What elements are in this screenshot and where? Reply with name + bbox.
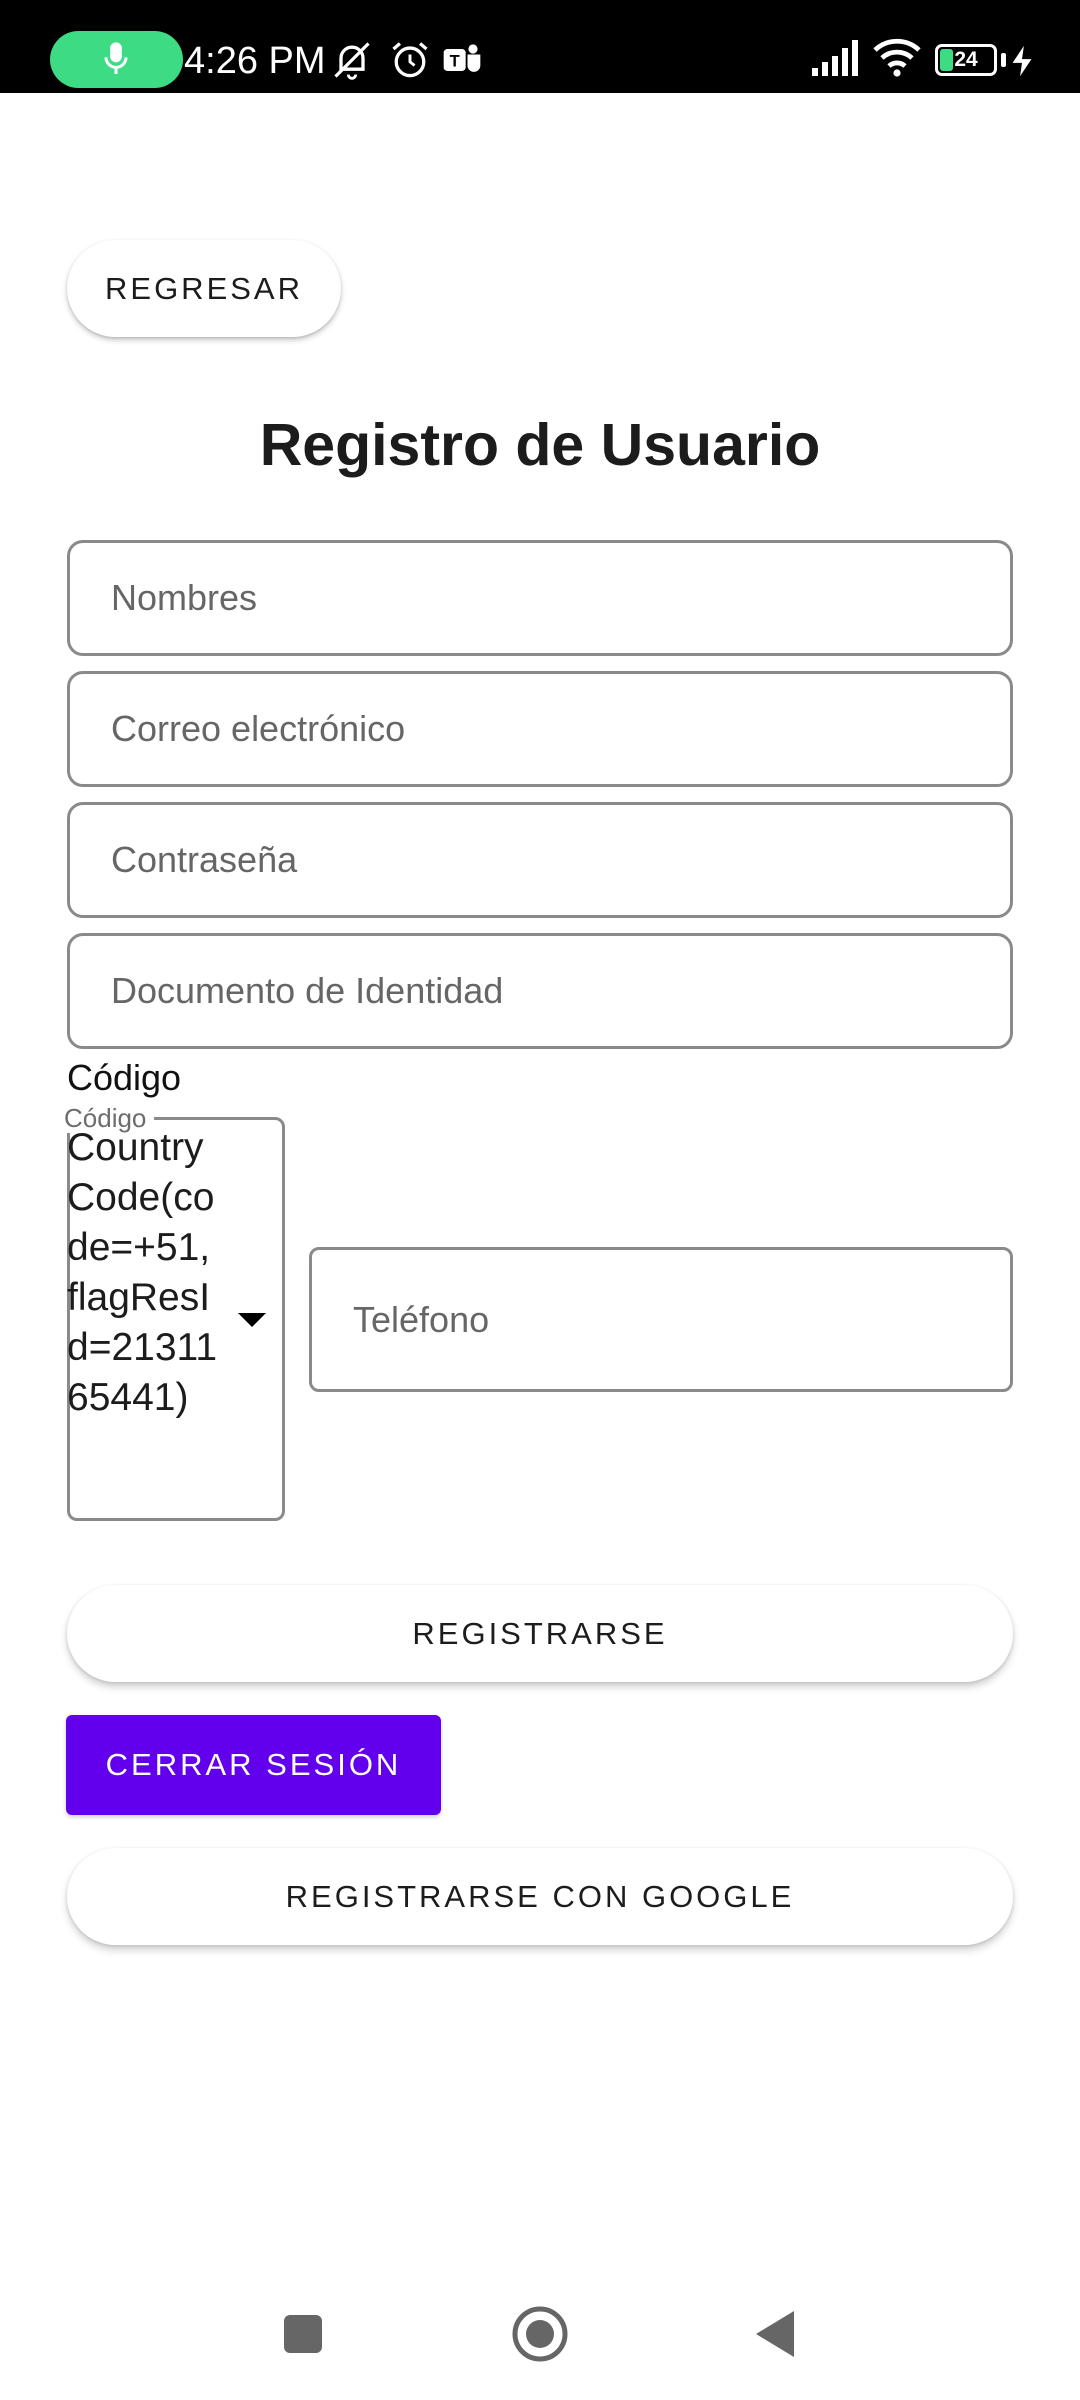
microphone-icon [104, 42, 128, 74]
teams-icon: T [443, 44, 481, 72]
logout-button[interactable]: CERRAR SESIÓN [66, 1715, 441, 1815]
email-placeholder: Correo electrónico [111, 708, 406, 749]
battery-icon: 24 [935, 44, 997, 76]
microphone-indicator[interactable] [50, 31, 183, 88]
id-document-placeholder: Documento de Identidad [111, 970, 504, 1011]
id-document-field[interactable]: Documento de Identidad [67, 933, 1013, 1049]
phone-field[interactable]: Teléfono [309, 1247, 1013, 1392]
names-field[interactable]: Nombres [67, 540, 1013, 656]
status-time: 4:26 PM [184, 40, 326, 82]
email-field[interactable]: Correo electrónico [67, 671, 1013, 787]
charging-icon [1012, 45, 1032, 77]
register-button[interactable]: REGISTRARSE [67, 1585, 1013, 1682]
recents-icon[interactable] [284, 2315, 322, 2353]
google-register-button[interactable]: REGISTRARSE CON GOOGLE [67, 1848, 1013, 1945]
password-field[interactable]: Contraseña [67, 802, 1013, 918]
battery-level: 24 [954, 48, 978, 71]
back-icon[interactable] [754, 2309, 796, 2359]
page-title: Registro de Usuario [259, 412, 821, 478]
phone-placeholder: Teléfono [353, 1298, 490, 1340]
alarm-icon [392, 42, 428, 78]
battery-tip [1001, 53, 1006, 67]
wifi-icon [873, 38, 921, 77]
home-icon[interactable] [511, 2305, 569, 2363]
names-placeholder: Nombres [111, 577, 258, 618]
status-bar: 4:26 PM T 24 [0, 0, 1080, 93]
country-code-value[interactable]: CountryCode(code=+51, flagResId=21311654… [67, 1123, 227, 1423]
back-button[interactable]: REGRESAR [67, 240, 341, 337]
muted-notifications-icon [334, 42, 370, 80]
code-label: Código [67, 1057, 182, 1098]
svg-text:T: T [450, 52, 460, 70]
signal-icon [812, 40, 858, 76]
dropdown-arrow-icon[interactable] [238, 1313, 266, 1327]
password-placeholder: Contraseña [111, 839, 298, 880]
